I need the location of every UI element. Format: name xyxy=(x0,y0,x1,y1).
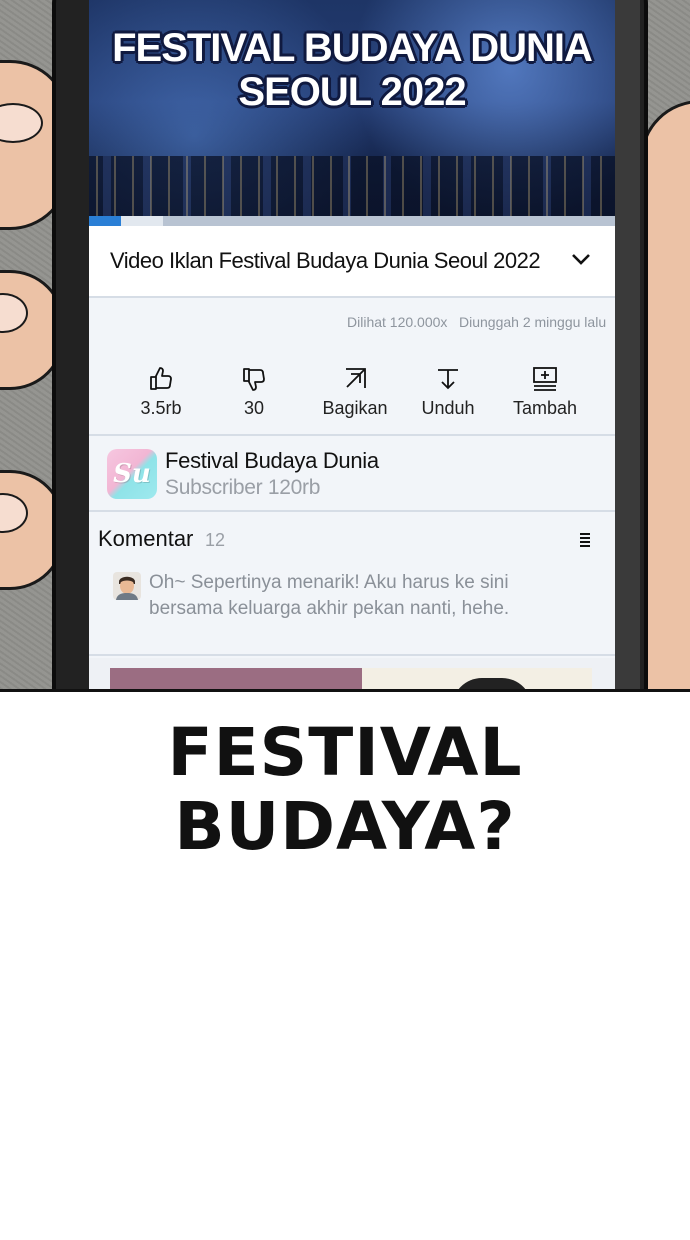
video-title-row[interactable]: Video Iklan Festival Budaya Dunia Seoul … xyxy=(89,226,615,298)
comment-text: Oh~ Sepertinya menarik! Aku harus ke sin… xyxy=(149,572,510,619)
fingernail xyxy=(0,103,43,143)
view-count: Dilihat 120.000x xyxy=(347,314,448,330)
comments-title: Komentar xyxy=(98,526,194,551)
download-icon xyxy=(438,369,458,390)
comic-panel: FESTIVAL BUDAYA DUNIA SEOUL 2022 Video I… xyxy=(0,0,690,692)
download-button[interactable]: Unduh xyxy=(403,360,493,419)
comments-count: 12 xyxy=(205,530,226,550)
next-video-thumbnail[interactable] xyxy=(110,668,362,689)
dislike-count: 30 xyxy=(243,398,265,418)
add-to-playlist-icon xyxy=(533,367,557,391)
sort-menu-icon[interactable] xyxy=(580,532,590,548)
video-buffer-fill xyxy=(121,216,163,226)
video-progress-bar[interactable] xyxy=(89,216,615,226)
chevron-down-icon[interactable] xyxy=(571,252,591,266)
video-overlay-title: FESTIVAL BUDAYA DUNIA SEOUL 2022 xyxy=(89,26,615,114)
fingernail xyxy=(0,493,28,533)
next-video-thumbnail[interactable] xyxy=(362,668,592,689)
thumbnail-figure xyxy=(452,678,532,689)
video-overlay-title-line2: SEOUL 2022 xyxy=(238,70,466,114)
share-label: Bagikan xyxy=(322,398,388,418)
video-meta: Dilihat 120.000x Diunggah 2 minggu lalu xyxy=(89,300,615,340)
channel-logo[interactable]: Su xyxy=(107,449,157,499)
like-count: 3.5rb xyxy=(140,398,182,418)
video-overlay-title-line1: FESTIVAL BUDAYA DUNIA xyxy=(112,26,593,70)
user-avatar-icon[interactable] xyxy=(113,572,141,600)
thumbs-up-icon xyxy=(150,367,172,390)
thumbs-down-icon xyxy=(243,368,265,391)
upload-time: Diunggah 2 minggu lalu xyxy=(459,314,607,330)
city-lights xyxy=(89,156,615,216)
channel-name[interactable]: Festival Budaya Dunia xyxy=(165,448,379,474)
like-button[interactable]: 3.5rb xyxy=(116,360,206,419)
video-title: Video Iklan Festival Budaya Dunia Seoul … xyxy=(110,248,541,273)
video-player[interactable]: FESTIVAL BUDAYA DUNIA SEOUL 2022 xyxy=(89,0,615,226)
phone-screen: FESTIVAL BUDAYA DUNIA SEOUL 2022 Video I… xyxy=(89,0,615,689)
dislike-button[interactable]: 30 xyxy=(209,360,299,419)
caption-line1: FESTIVAL xyxy=(167,714,523,791)
add-label: Tambah xyxy=(512,398,578,418)
subscriber-count: Subscriber 120rb xyxy=(165,476,321,499)
next-video-row[interactable] xyxy=(89,658,615,689)
download-label: Unduh xyxy=(421,398,475,418)
video-progress-fill xyxy=(89,216,121,226)
speech-caption: FESTIVAL BUDAYA? xyxy=(0,716,690,864)
fingernail xyxy=(0,293,28,333)
caption-line2: BUDAYA? xyxy=(174,788,516,865)
comments-section[interactable]: Komentar 12 Oh~ Sepertinya menarik! Aku … xyxy=(89,514,615,656)
share-button[interactable]: Bagikan xyxy=(310,360,400,419)
add-to-playlist-button[interactable]: Tambah xyxy=(500,360,590,419)
action-bar: 3.5rb 30 Bagikan Unduh Tambah xyxy=(89,360,615,436)
channel-row[interactable]: Su Festival Budaya Dunia Subscriber 120r… xyxy=(89,438,615,512)
share-icon xyxy=(346,368,366,388)
